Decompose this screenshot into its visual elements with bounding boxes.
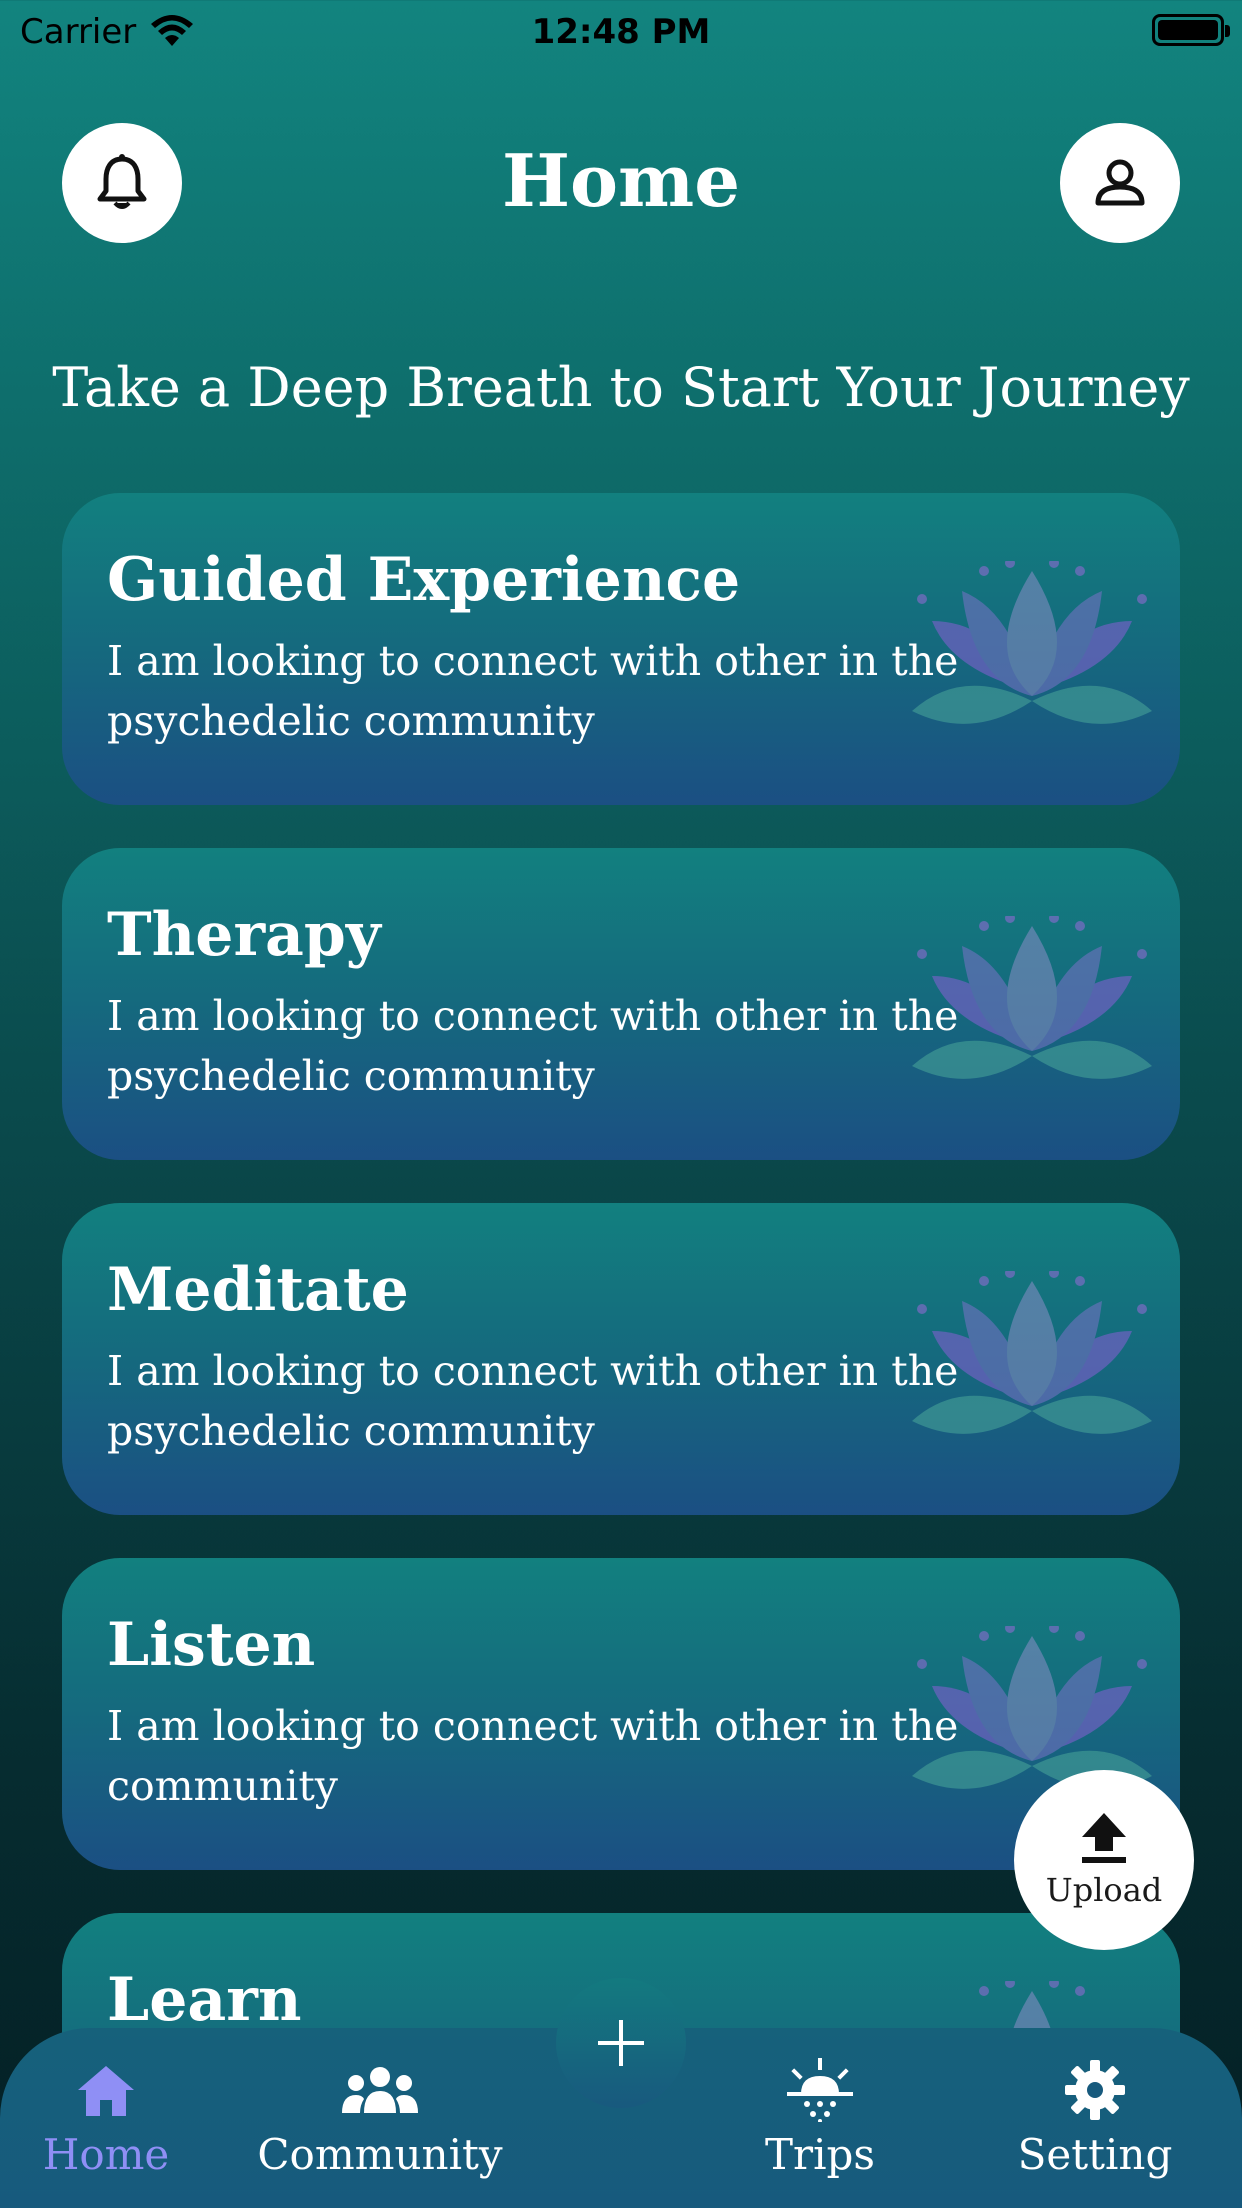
card-description: I am looking to connect with other in th… (107, 1347, 959, 1455)
card-listen[interactable]: Listen I am looking to connect with othe… (62, 1558, 1180, 1870)
lotus-icon (912, 916, 1152, 1079)
battery-icon (1152, 14, 1230, 46)
home-icon (78, 2066, 134, 2116)
sunrise-icon (787, 2058, 853, 2122)
page-title: Home (501, 138, 741, 223)
user-icon (1095, 159, 1145, 206)
card-title: Guided Experience (107, 545, 741, 615)
card-guided-experience[interactable]: Guided Experience I am looking to connec… (62, 493, 1180, 805)
card-title: Meditate (107, 1255, 409, 1325)
upload-icon (1082, 1813, 1126, 1863)
lotus-icon (912, 561, 1152, 724)
gear-icon (1065, 2060, 1125, 2120)
plus-icon (598, 2020, 644, 2066)
journey-subtitle: Take a Deep Breath to Start Your Journey (52, 356, 1190, 419)
card-description: I am looking to connect with other in th… (107, 992, 959, 1100)
card-title: Therapy (107, 900, 381, 970)
status-bar: Carrier 12:48 PM (0, 0, 1242, 60)
profile-button[interactable] (1060, 123, 1180, 243)
tab-setting[interactable]: Setting (1010, 2058, 1180, 2198)
tab-label: Home (42, 2130, 170, 2179)
community-icon (342, 2067, 418, 2113)
tab-label: Trips (765, 2130, 875, 2179)
lotus-icon (912, 1271, 1152, 1434)
clock: 12:48 PM (531, 12, 711, 52)
tab-trips[interactable]: Trips (740, 2058, 900, 2198)
card-description: I am looking to connect with other in th… (107, 1702, 959, 1810)
tab-label: Community (257, 2130, 503, 2179)
tab-home[interactable]: Home (36, 2058, 176, 2198)
add-button[interactable] (556, 1978, 686, 2108)
card-description: I am looking to connect with other in th… (107, 637, 959, 745)
card-meditate[interactable]: Meditate I am looking to connect with ot… (62, 1203, 1180, 1515)
tab-community[interactable]: Community (250, 2058, 510, 2198)
card-therapy[interactable]: Therapy I am looking to connect with oth… (62, 848, 1180, 1160)
upload-button[interactable]: Upload (1014, 1770, 1194, 1950)
tab-label: Setting (1017, 2130, 1173, 2179)
card-title: Listen (107, 1610, 316, 1680)
card-title: Learn (107, 1965, 302, 2035)
upload-label: Upload (1045, 1871, 1163, 1909)
